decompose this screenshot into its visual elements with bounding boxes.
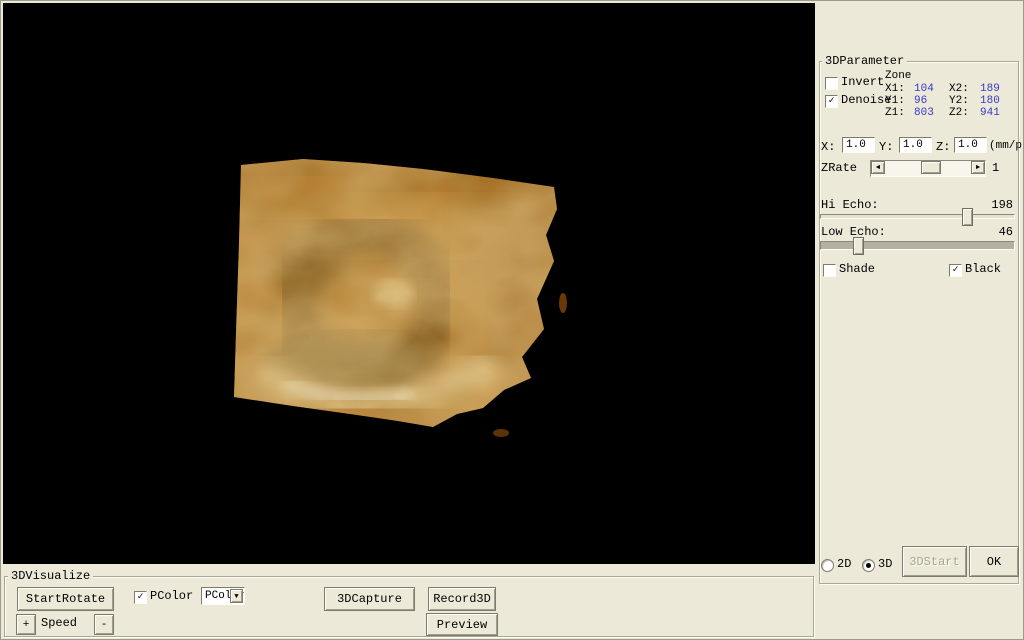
invert-label: Invert [841, 75, 885, 89]
scale-unit-label: (mm/p) [989, 140, 1023, 152]
render-viewport[interactable] [3, 3, 815, 564]
zrate-value: 1 [992, 161, 1000, 175]
check-icon: ✓ [952, 265, 959, 276]
mode-2d-radio[interactable] [821, 559, 834, 572]
invert-checkbox[interactable] [825, 77, 838, 90]
scale-x-input[interactable] [842, 137, 875, 153]
capture3d-button[interactable]: 3DCapture [324, 587, 415, 611]
shade-label: Shade [839, 262, 876, 276]
zone-z2-value: 941 [980, 107, 1000, 119]
start3d-button[interactable]: 3DStart [902, 546, 967, 577]
mode-3d-radio[interactable] [862, 559, 875, 572]
ultrasound-render [234, 159, 567, 437]
zone-z1-value: 803 [914, 107, 934, 119]
low-echo-value: 46 [998, 225, 1013, 239]
scale-z-label: Z: [936, 140, 951, 154]
hi-echo-track[interactable] [820, 214, 1015, 219]
check-icon: ✓ [137, 592, 144, 603]
hi-echo-label: Hi Echo: [821, 198, 879, 212]
hi-echo-value: 198 [991, 198, 1013, 212]
black-label: Black [965, 262, 1002, 276]
zone-y1-label: Y1: [885, 95, 905, 107]
zone-z1-label: Z1: [885, 107, 905, 119]
scale-x-label: X: [821, 140, 836, 154]
denoise-label: Denoise [841, 93, 892, 107]
zone-x1-label: X1: [885, 83, 905, 95]
zone-y2-value: 180 [980, 95, 1000, 107]
record3d-button[interactable]: Record3D [428, 587, 496, 611]
zrate-thumb[interactable] [921, 161, 941, 174]
zone-label: Zone [885, 70, 912, 82]
parameter-group-label: 3DParameter [822, 55, 908, 67]
pcolor-checkbox[interactable]: ✓ [134, 591, 147, 604]
check-icon: ✓ [828, 96, 835, 107]
mode-3d-label: 3D [878, 557, 893, 571]
ok-button[interactable]: OK [969, 546, 1019, 577]
scale-z-input[interactable] [954, 137, 987, 153]
scale-y-label: Y: [879, 140, 894, 154]
zone-x2-label: X2: [949, 83, 969, 95]
pcolor-dropdown[interactable]: PColor ▼ [201, 587, 245, 605]
zone-x2-value: 189 [980, 83, 1000, 95]
scale-y-input[interactable] [899, 137, 932, 153]
zone-y1-value: 96 [914, 95, 928, 107]
visualize-group-label: 3DVisualize [8, 570, 94, 582]
low-echo-track[interactable] [820, 241, 1015, 250]
denoise-checkbox[interactable]: ✓ [825, 95, 838, 108]
zone-x1-value: 104 [914, 83, 934, 95]
speed-label: Speed [41, 616, 78, 630]
shade-checkbox[interactable] [823, 264, 836, 277]
preview-button[interactable]: Preview [426, 613, 498, 636]
speed-minus-button[interactable]: - [94, 614, 114, 635]
render-speckle [493, 429, 509, 437]
render-speckle [559, 293, 567, 313]
pcolor-label: PColor [150, 589, 194, 603]
low-echo-thumb[interactable] [853, 237, 864, 255]
chevron-down-icon[interactable]: ▼ [230, 589, 243, 603]
black-checkbox[interactable]: ✓ [949, 264, 962, 277]
zone-z2-label: Z2: [949, 107, 969, 119]
mode-2d-label: 2D [837, 557, 852, 571]
zrate-label: ZRate [821, 161, 858, 175]
app-window: 3DParameter Invert ✓ Denoise Zone X1: 10… [0, 0, 1024, 640]
zrate-right-arrow-icon[interactable]: ► [971, 161, 985, 174]
zrate-left-arrow-icon[interactable]: ◄ [871, 161, 885, 174]
hi-echo-thumb[interactable] [962, 208, 973, 226]
zone-y2-label: Y2: [949, 95, 969, 107]
speed-plus-button[interactable]: + [16, 614, 36, 635]
start-rotate-button[interactable]: StartRotate [17, 587, 114, 611]
zrate-scrollbar[interactable]: ◄ ► [870, 160, 986, 177]
